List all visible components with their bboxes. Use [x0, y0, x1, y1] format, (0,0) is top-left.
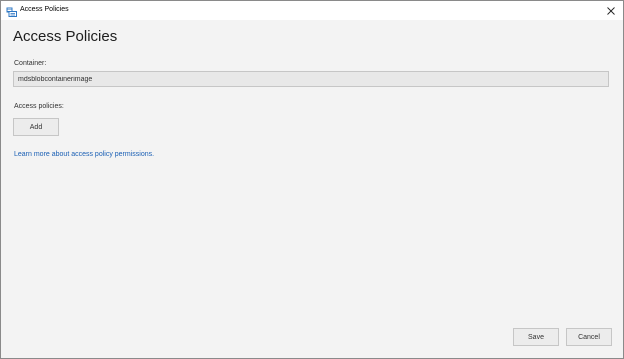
container-label: Container:: [14, 60, 47, 67]
cancel-button[interactable]: Cancel: [566, 328, 612, 346]
page-title: Access Policies: [13, 28, 118, 45]
save-button[interactable]: Save: [513, 328, 559, 346]
window-title: Access Policies: [20, 6, 69, 13]
close-icon: [607, 6, 615, 15]
close-button[interactable]: [599, 1, 623, 20]
container-name-field[interactable]: [13, 71, 609, 87]
title-bar: Access Policies: [1, 1, 623, 20]
add-policy-button[interactable]: Add: [13, 118, 59, 136]
dialog-content: Access Policies Container: Access polici…: [1, 20, 623, 358]
access-policies-label: Access policies:: [14, 103, 64, 110]
storage-explorer-app-icon: [6, 4, 17, 17]
learn-more-link[interactable]: Learn more about access policy permissio…: [14, 150, 154, 159]
access-policies-dialog: Access Policies Access Policies Containe…: [0, 0, 624, 359]
